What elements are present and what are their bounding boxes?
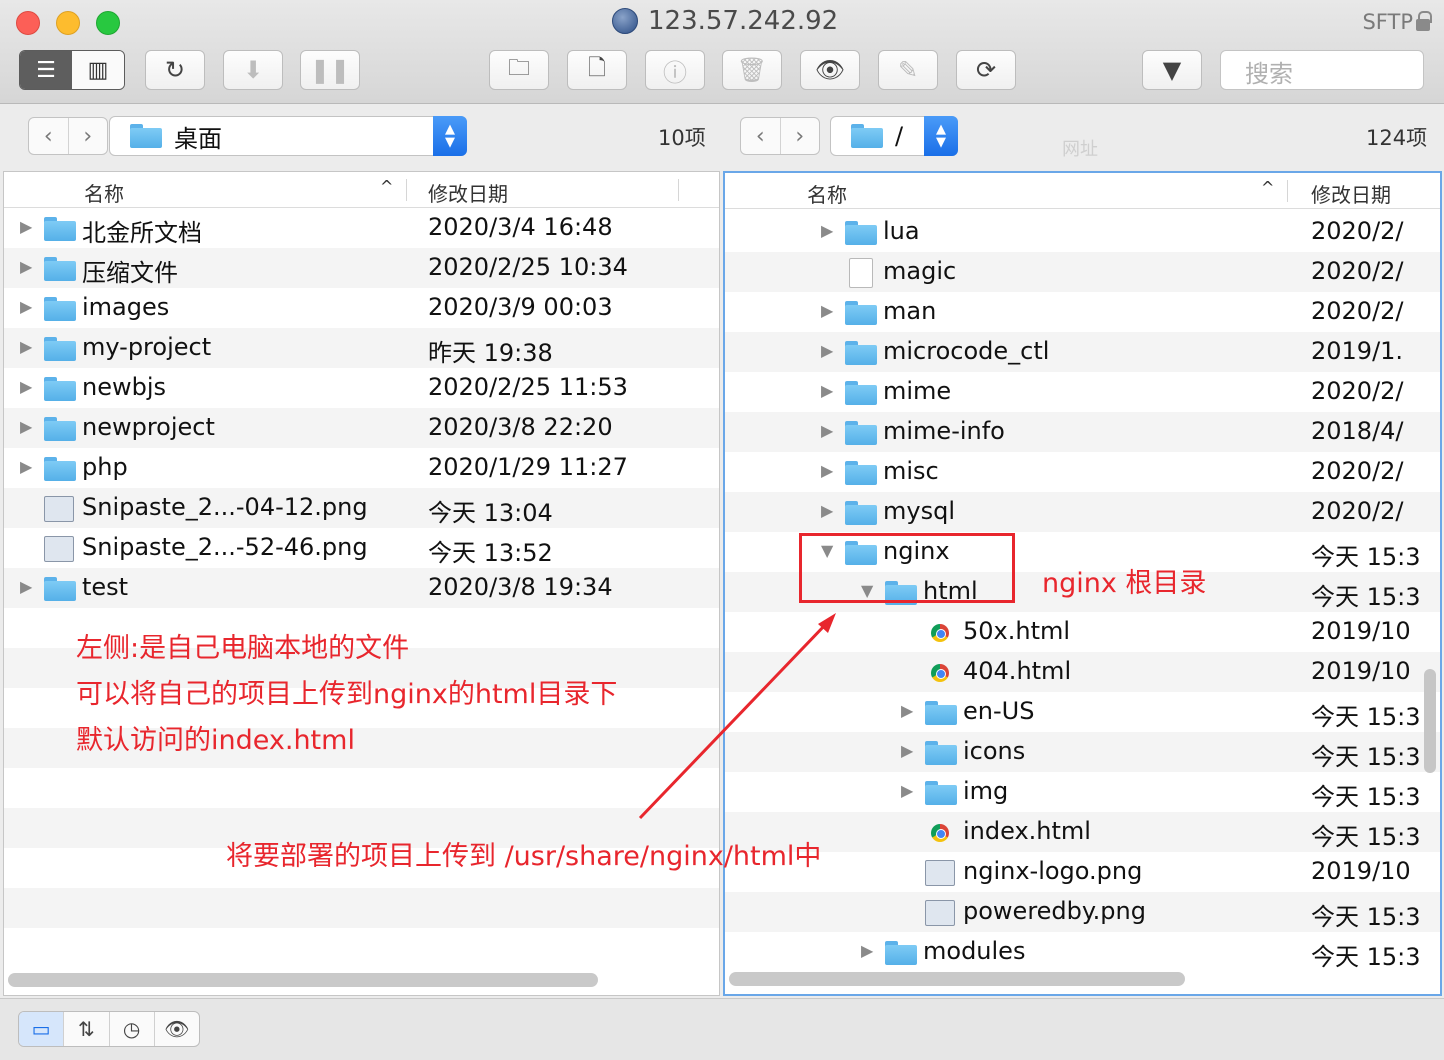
bottom-status-bar: ▭ ⇅ ◷ 👁 <box>0 998 1444 1060</box>
annotation-arrow <box>638 613 836 820</box>
bottom-toggle-group: ▭ ⇅ ◷ 👁 <box>18 1011 200 1047</box>
dual-pane-icon[interactable]: ▭ <box>19 1012 65 1046</box>
history-clock-icon[interactable]: ◷ <box>110 1012 155 1046</box>
transfers-icon[interactable]: ⇅ <box>64 1012 110 1046</box>
sftp-window: 123.57.242.92 SFTP ☰ ▥ ↻ ⬇ ❚❚ 🗀 🗋 ⓘ 🗑 👁 … <box>0 0 1444 1060</box>
preview-eye-icon[interactable]: 👁 <box>155 1012 199 1046</box>
